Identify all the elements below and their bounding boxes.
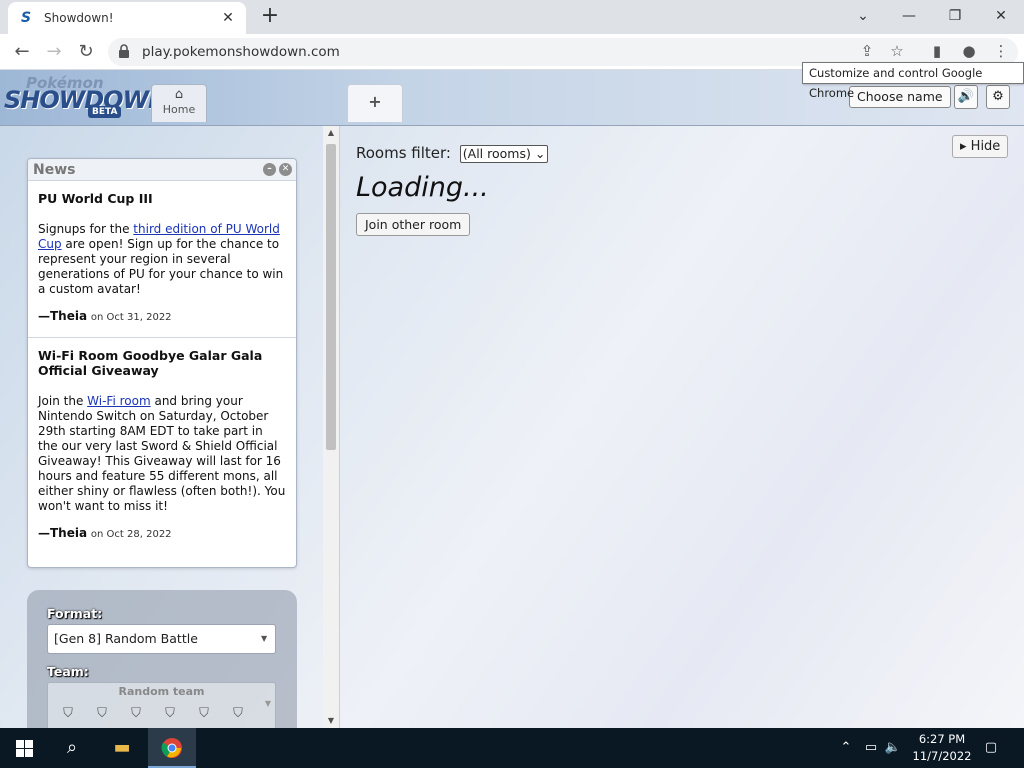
format-select[interactable]: [Gen 8] Random Battle ▼	[47, 624, 276, 654]
team-value: Random team	[118, 685, 205, 698]
rooms-filter: Rooms filter: (All rooms) ⌄	[356, 144, 549, 163]
windows-logo-icon	[16, 740, 33, 757]
pokeball-placeholder-icon: ⛉	[131, 706, 141, 721]
team-select[interactable]: Random team ▼ ⛉ ⛉ ⛉ ⛉ ⛉ ⛉	[47, 682, 276, 728]
back-icon[interactable]: ←	[10, 40, 34, 64]
file-explorer-icon[interactable]: ▬	[98, 728, 146, 768]
chrome-menu-icon[interactable]: ⋮	[990, 40, 1012, 62]
notifications-icon[interactable]: ▢	[980, 728, 1002, 768]
taskbar-clock[interactable]: 6:27 PM 11/7/2022	[908, 731, 976, 765]
showdown-favicon-icon: S	[20, 10, 32, 26]
tab-home-label: Home	[162, 103, 196, 116]
news-item-text: Signups for the third edition of PU Worl…	[38, 222, 284, 296]
pokeball-placeholder-icon: ⛉	[199, 706, 209, 721]
news-item-heading: PU World Cup III	[38, 191, 153, 206]
forward-icon[interactable]: →	[42, 40, 66, 64]
minimize-news-icon[interactable]: –	[263, 163, 276, 176]
caret-right-icon: ▸	[960, 139, 967, 154]
loading-text: Loading...	[356, 172, 489, 203]
minimize-button[interactable]: —	[894, 4, 924, 28]
news-item-signature: —Theia on Oct 28, 2022	[38, 526, 172, 540]
new-room-tab-button[interactable]: +	[347, 84, 403, 122]
search-icon[interactable]: ⌕	[48, 728, 96, 768]
showdown-page: Pokémon SHOWDOWN! BETA ⌂ Home + Choose n…	[0, 70, 1024, 728]
news-item: PU World Cup III Signups for the third e…	[28, 181, 296, 337]
lock-icon	[119, 44, 129, 58]
tab-title: Showdown!	[44, 11, 114, 25]
team-label: Team:	[47, 664, 89, 679]
volume-icon[interactable]: 🔈	[884, 728, 902, 768]
browser-tab[interactable]: S Showdown! ✕	[8, 2, 246, 34]
profile-icon[interactable]: ●	[958, 40, 980, 62]
restore-button[interactable]: ❐	[940, 4, 970, 28]
gear-icon[interactable]: ⚙	[986, 85, 1010, 109]
news-header: News – ✕	[28, 159, 296, 181]
chevron-down-icon: ▼	[261, 634, 268, 643]
news-item-link[interactable]: Wi-Fi room	[87, 394, 151, 408]
left-panel-scrollbar[interactable]: ▲ ▼	[323, 126, 340, 728]
browser-tab-strip: S Showdown! ✕ + ⌄ — ❐ ✕	[0, 0, 1024, 34]
choose-name-button[interactable]: Choose name	[849, 86, 951, 108]
scroll-down-icon[interactable]: ▼	[323, 714, 339, 728]
battle-form: Format: [Gen 8] Random Battle ▼ Team: Ra…	[27, 590, 297, 728]
hide-button[interactable]: ▸ Hide	[952, 135, 1009, 158]
start-button[interactable]	[0, 728, 48, 768]
left-panel: News – ✕ PU World Cup III Signups for th…	[0, 126, 340, 728]
share-icon[interactable]: ⇪	[856, 40, 878, 62]
sound-icon[interactable]: 🔊	[954, 85, 978, 109]
scroll-up-icon[interactable]: ▲	[323, 126, 339, 140]
pokeball-placeholder-icon: ⛉	[233, 706, 243, 721]
rooms-panel: Rooms filter: (All rooms) ⌄ Loading... J…	[340, 126, 1024, 728]
rooms-filter-select[interactable]: (All rooms) ⌄	[459, 144, 549, 163]
url-text: play.pokemonshowdown.com	[142, 44, 340, 60]
bookmark-star-icon[interactable]: ☆	[886, 40, 908, 62]
tab-close-icon[interactable]: ✕	[220, 10, 236, 26]
chevron-down-icon: ▼	[264, 699, 271, 708]
reload-icon[interactable]: ↻	[74, 40, 98, 64]
new-tab-button[interactable]: +	[258, 5, 282, 28]
windows-taskbar: ⌕ ▬ ⌃ ▭ 🔈 6:27 PM 11/7/2022 ▢	[0, 728, 1024, 768]
news-item-text: Join the Wi-Fi room and bring your Ninte…	[38, 394, 286, 513]
close-window-button[interactable]: ✕	[986, 4, 1016, 28]
pokeball-placeholder-icon: ⛉	[97, 706, 107, 721]
clock-time: 6:27 PM	[918, 732, 966, 746]
join-other-room-button[interactable]: Join other room	[356, 213, 471, 236]
chrome-taskbar-icon[interactable]	[148, 728, 196, 768]
rooms-filter-label: Rooms filter:	[356, 144, 451, 162]
news-item-heading: Wi-Fi Room Goodbye Galar Gala Official G…	[38, 348, 263, 378]
chrome-logo-icon	[161, 738, 182, 758]
clock-date: 11/7/2022	[912, 749, 972, 763]
pokeball-placeholder-icon: ⛉	[165, 706, 175, 721]
chrome-menu-tooltip: Customize and control Google Chrome	[802, 62, 1024, 100]
network-icon[interactable]: ▭	[862, 728, 880, 768]
news-item-signature: —Theia on Oct 31, 2022	[38, 309, 172, 323]
tab-search-icon[interactable]: ⌄	[848, 4, 878, 28]
news-box: News – ✕ PU World Cup III Signups for th…	[27, 158, 297, 568]
side-panel-icon[interactable]: ▮	[926, 40, 948, 62]
news-item: Wi-Fi Room Goodbye Galar Gala Official G…	[28, 337, 296, 554]
home-icon: ⌂	[174, 87, 184, 102]
pokeball-placeholder-icon: ⛉	[63, 706, 73, 721]
scrollbar-thumb[interactable]	[326, 144, 336, 450]
tab-home[interactable]: ⌂ Home	[151, 84, 207, 122]
close-news-icon[interactable]: ✕	[279, 163, 292, 176]
tray-chevron-icon[interactable]: ⌃	[838, 728, 854, 768]
news-title: News	[33, 162, 76, 178]
showdown-logo[interactable]: Pokémon SHOWDOWN! BETA	[4, 74, 178, 118]
format-label: Format:	[47, 606, 103, 621]
logo-beta-badge: BETA	[88, 106, 122, 118]
